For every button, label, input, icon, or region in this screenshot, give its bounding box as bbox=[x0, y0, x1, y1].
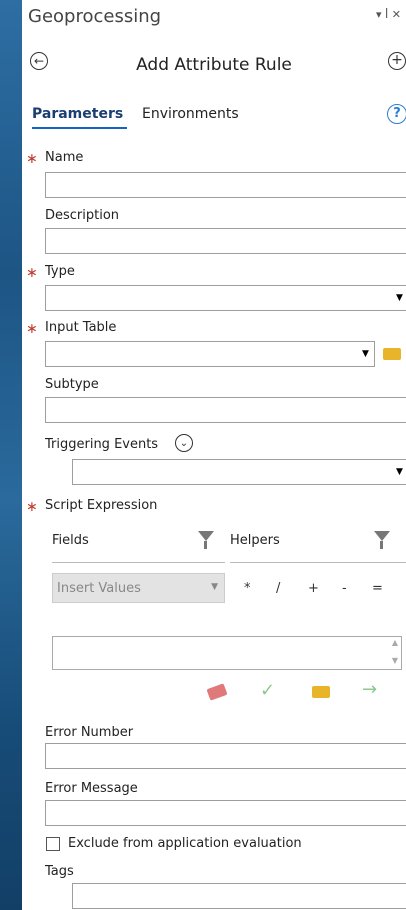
triggering-events-dropdown[interactable] bbox=[72, 459, 406, 485]
tags-label: Tags bbox=[45, 864, 74, 879]
scroll-up-icon[interactable]: ▲ bbox=[392, 638, 398, 647]
chevron-down-icon: ▼ bbox=[211, 582, 218, 592]
help-icon[interactable]: ? bbox=[387, 104, 406, 124]
eraser-icon[interactable] bbox=[206, 683, 228, 701]
add-button[interactable]: + bbox=[388, 52, 406, 70]
error-number-label: Error Number bbox=[45, 725, 134, 740]
operator-minus[interactable]: - bbox=[342, 581, 347, 596]
subtype-label: Subtype bbox=[45, 377, 99, 392]
operator-equals[interactable]: = bbox=[372, 581, 383, 596]
operator-plus[interactable]: + bbox=[308, 581, 319, 596]
exclude-checkbox[interactable] bbox=[46, 837, 60, 851]
fields-label: Fields bbox=[52, 533, 89, 548]
tags-input[interactable] bbox=[72, 883, 406, 909]
geoprocessing-pane: Geoprocessing ▾ ꟾ ✕ ← Add Attribute Rule… bbox=[22, 0, 406, 910]
name-label: Name bbox=[45, 150, 84, 165]
pane-window-controls[interactable]: ▾ ꟾ ✕ bbox=[376, 8, 401, 21]
folder-icon[interactable] bbox=[312, 686, 330, 698]
script-expression-input[interactable]: ▲ ▼ bbox=[52, 636, 402, 670]
plus-icon: + bbox=[391, 52, 403, 68]
error-number-input[interactable] bbox=[45, 743, 406, 769]
chevron-down-icon[interactable]: ▼ bbox=[396, 293, 403, 303]
exclude-label: Exclude from application evaluation bbox=[68, 836, 302, 851]
insert-values-placeholder: Insert Values bbox=[57, 581, 141, 596]
folder-icon[interactable] bbox=[383, 348, 401, 360]
description-label: Description bbox=[45, 208, 120, 223]
description-input[interactable] bbox=[45, 228, 406, 254]
operator-divide[interactable]: / bbox=[276, 581, 280, 596]
required-marker: ∗ bbox=[26, 321, 38, 337]
error-message-input[interactable] bbox=[45, 800, 406, 826]
input-table-label: Input Table bbox=[45, 320, 117, 335]
arrow-right-icon[interactable]: → bbox=[362, 679, 377, 700]
check-icon[interactable]: ✓ bbox=[260, 680, 275, 701]
operator-multiply[interactable]: * bbox=[244, 581, 251, 596]
tab-active-underline bbox=[32, 127, 127, 129]
fields-divider bbox=[52, 562, 225, 563]
chevron-down-icon: ⌄ bbox=[179, 438, 189, 449]
tool-title: Add Attribute Rule bbox=[136, 55, 292, 75]
type-label: Type bbox=[45, 264, 75, 279]
scroll-down-icon[interactable]: ▼ bbox=[392, 656, 398, 665]
error-message-label: Error Message bbox=[45, 781, 138, 796]
insert-values-dropdown[interactable]: Insert Values ▼ bbox=[52, 573, 225, 603]
tab-environments[interactable]: Environments bbox=[142, 106, 239, 122]
map-background bbox=[0, 0, 22, 910]
filter-fields-icon[interactable] bbox=[198, 531, 214, 549]
input-table-dropdown[interactable] bbox=[45, 341, 375, 367]
type-dropdown[interactable] bbox=[45, 285, 406, 311]
filter-helpers-icon[interactable] bbox=[374, 531, 390, 549]
required-marker: ∗ bbox=[26, 265, 38, 281]
name-input[interactable] bbox=[45, 172, 406, 198]
chevron-down-icon[interactable]: ▼ bbox=[362, 349, 369, 359]
filter-icon bbox=[374, 531, 390, 541]
filter-icon bbox=[198, 531, 214, 541]
chevron-down-icon[interactable]: ▼ bbox=[396, 467, 403, 477]
subtype-input[interactable] bbox=[45, 397, 406, 423]
script-expression-label: Script Expression bbox=[45, 498, 158, 513]
triggering-events-label: Triggering Events bbox=[45, 437, 159, 452]
pane-title: Geoprocessing bbox=[28, 6, 162, 27]
required-marker: ∗ bbox=[26, 499, 38, 515]
required-marker: ∗ bbox=[26, 151, 38, 167]
helpers-divider bbox=[230, 562, 406, 563]
expand-events-button[interactable]: ⌄ bbox=[175, 434, 193, 452]
tab-parameters[interactable]: Parameters bbox=[32, 106, 123, 122]
helpers-label: Helpers bbox=[230, 533, 280, 548]
